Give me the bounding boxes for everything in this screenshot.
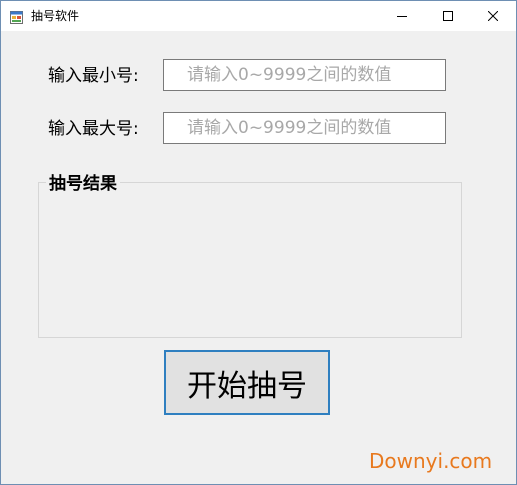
maximize-icon	[443, 11, 453, 21]
max-number-input[interactable]	[163, 112, 446, 144]
window-title: 抽号软件	[31, 9, 80, 23]
max-number-label: 输入最大号:	[48, 119, 139, 139]
minimize-icon	[397, 11, 407, 21]
start-draw-button[interactable]: 开始抽号	[164, 350, 330, 415]
app-window-icon	[10, 9, 23, 24]
close-icon	[488, 11, 498, 21]
result-display	[49, 201, 449, 327]
maximize-button[interactable]	[425, 1, 471, 31]
result-group-title: 抽号结果	[46, 173, 120, 195]
minimize-button[interactable]	[379, 1, 425, 31]
min-number-label: 输入最小号:	[48, 66, 139, 86]
app-window: 抽号软件 输入最小号: 输入最大号: 抽号结果 开始抽号 Downyi.com	[0, 0, 517, 485]
close-button[interactable]	[470, 1, 516, 31]
watermark-text: Downyi.com	[369, 449, 493, 473]
title-bar[interactable]: 抽号软件	[1, 1, 516, 31]
min-number-input[interactable]	[163, 59, 446, 91]
